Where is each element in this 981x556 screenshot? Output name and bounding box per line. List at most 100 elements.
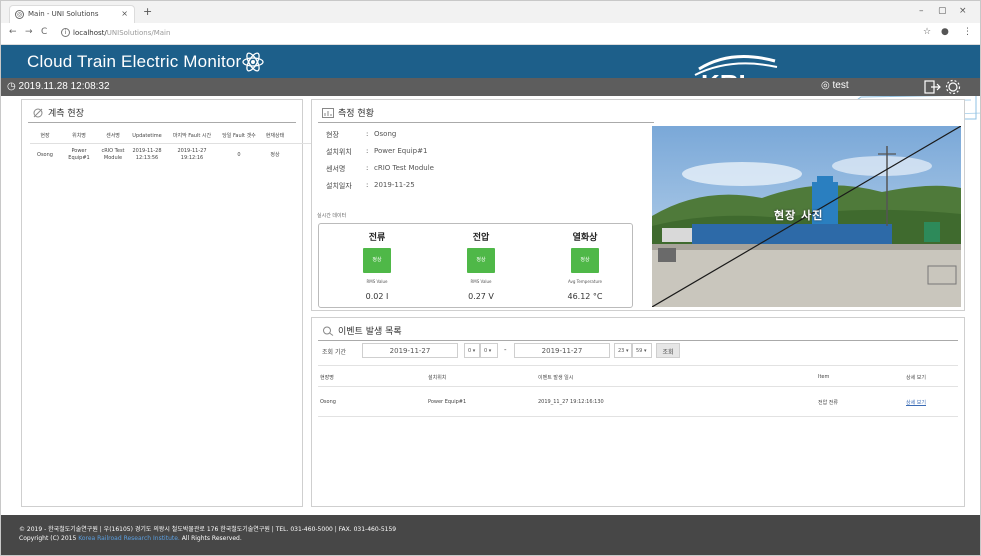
divider [318,340,958,341]
info-row: 센서명: cRIO Test Module [326,164,434,181]
column-header: 현장명 [320,375,334,381]
info-separator: : [366,147,369,155]
copyright-prefix: Copyright (C) 2015 [19,535,77,542]
event-panel: 이벤트 발생 목록 조회 기간 2019-11-27 0 ▾ 0 ▾ - 201… [311,317,965,507]
table-cell: 정상 [270,151,280,158]
min-to-select[interactable]: 59 ▾ [632,343,652,358]
panel-title: 이벤트 발생 목록 [322,324,402,337]
status-badge[interactable]: 정상 [467,248,495,273]
clock-icon: ◷ [7,81,19,92]
date-to-input[interactable]: 2019-11-27 [514,343,610,358]
new-tab-button[interactable]: + [143,5,152,18]
table-cell: Osong [320,399,336,405]
event-filter: 조회 기간 2019-11-27 0 ▾ 0 ▾ - 2019-11-27 23… [318,343,958,359]
current-datetime: ◷ 2019.11.28 12:08:32 [7,81,110,92]
divider [28,122,296,123]
table-cell: Osong [37,151,53,158]
tab-close-icon[interactable]: × [121,9,128,18]
panel-title-text: 계측 현장 [48,109,84,119]
select-value: 23 [618,348,625,354]
forward-button[interactable]: → [25,27,33,37]
satellite-icon [33,108,43,118]
realtime-caption: RMS Value [366,279,388,284]
detail-link[interactable]: 상세 보기 [906,399,926,406]
min-from-select[interactable]: 0 ▾ [480,343,498,358]
bookmark-star-icon[interactable]: ☆ [923,27,931,37]
realtime-value: 0.27 V [468,292,494,301]
divider [318,122,654,123]
info-value: 2019-11-25 [374,181,415,189]
header-icons [923,78,963,100]
app-title: Cloud Train Electric Monitor [27,52,242,71]
copyright-suffix: All Rights Reserved. [181,535,242,542]
info-key: 설치일자 [326,182,352,190]
column-header: 이벤트 발생 일시 [538,375,574,381]
menu-kebab-icon[interactable]: ⋮ [963,27,972,37]
info-key: 설치위치 [326,148,352,156]
status-badge[interactable]: 정상 [571,248,599,273]
divider [318,365,958,366]
browser-tab[interactable]: ◎ Main - UNI Solutions × [9,5,135,23]
institute-link[interactable]: Korea Railroad Research Institute. [78,535,180,542]
url-field[interactable]: localhost/UNISolutions/Main [73,29,170,37]
footer: © 2019 - 한국철도기술연구원 | 우(16105) 경기도 의왕시 철도… [1,515,980,555]
select-value: 0 [484,348,488,354]
reload-button[interactable]: C [41,27,47,37]
realtime-label: 실시간 데이터 [317,213,347,219]
column-header: 당일 Fault 갯수 [222,133,256,139]
realtime-caption: RMS Value [470,279,492,284]
logout-icon[interactable] [924,80,941,94]
info-separator: : [366,130,369,138]
measure-site-panel: 계측 현장 현장 위치명 센서명 Updatetime 마지막 Fault 시간… [21,99,315,507]
realtime-name: 열화상 [572,233,598,243]
account-icon[interactable]: ● [941,27,949,37]
close-window-button[interactable]: × [959,6,967,16]
hour-from-select[interactable]: 0 ▾ [464,343,480,358]
info-value: Osong [374,130,397,138]
browser-tab-strip: ◎ Main - UNI Solutions × + – ▢ × [1,1,980,23]
column-header: 설치위치 [428,375,447,381]
gear-icon[interactable] [945,79,961,95]
column-header: 현장 [40,133,50,139]
table-cell: 2019_11_27 19:12:16:130 [538,399,604,405]
info-icon[interactable]: i [61,28,70,37]
select-value: 0 [468,348,472,354]
realtime-caption: Avg Temperature [567,279,603,284]
table-cell: 전압 전류 [818,400,838,406]
column-header: 위치명 [72,133,86,139]
info-row: 설치일자:2019-11-25 [326,181,434,198]
maximize-button[interactable]: ▢ [938,6,947,16]
app-window: ◎ Main - UNI Solutions × + – ▢ × ← → C i… [0,0,981,556]
site-table: 현장 위치명 센서명 Updatetime 마지막 Fault 시간 당일 Fa… [30,130,315,166]
search-icon [323,326,334,336]
status-badge[interactable]: 정상 [363,248,391,273]
table-cell: Power Equip#1 [428,399,467,405]
info-key: 현장 [326,131,339,139]
date-from-input[interactable]: 2019-11-27 [362,343,458,358]
table-row[interactable]: Osong Power Equip#1 cRIO Test Module 201… [30,144,315,166]
column-header: Updatetime [132,133,162,139]
user-menu[interactable]: ◎ test [821,80,849,91]
panel-title: 계측 현장 [32,106,84,119]
realtime-box: 전류 정상 RMS Value 0.02 I 전압 정상 RMS Value 0… [318,223,633,308]
minimize-button[interactable]: – [919,6,924,16]
info-separator: : [366,164,369,172]
info-key: 센서명 [326,165,346,173]
search-button[interactable]: 조회 [656,343,680,358]
user-icon: ◎ [821,80,833,91]
info-value: cRIO Test Module [374,164,434,172]
column-header: Item [818,374,830,380]
realtime-value: 46.12 °C [567,292,603,301]
back-button[interactable]: ← [9,27,17,37]
footer-address: © 2019 - 한국철도기술연구원 | 우(16105) 경기도 의왕시 철도… [19,526,397,533]
datetime-text: 2019.11.28 12:08:32 [18,81,110,92]
info-value: Power Equip#1 [374,147,428,155]
column-header: 마지막 Fault 시간 [172,133,212,139]
divider [318,386,958,387]
info-separator: : [366,181,369,189]
info-row: 설치위치: Power Equip#1 [326,147,434,164]
hour-to-select[interactable]: 23 ▾ [614,343,632,358]
panel-title-text: 측정 현황 [338,109,374,119]
measure-status-panel: 측정 현황 현장: Osong 설치위치: Power Equip#1 센서명: cR… [311,99,965,311]
user-name: test [832,80,849,91]
